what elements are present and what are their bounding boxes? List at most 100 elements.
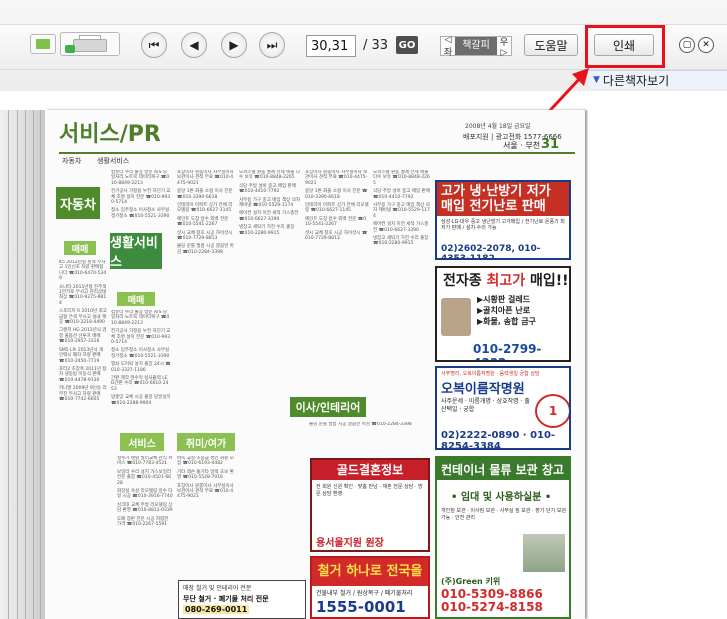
prev-page-button[interactable]: ◀ [181, 32, 207, 58]
classified-text: 포장이사 원룸이사 사무실이사 보관이사 견적 무료 ☎010-4475-902… [177, 483, 234, 500]
close-window-button[interactable]: ✕ [698, 37, 714, 53]
envelope-icon [36, 39, 50, 49]
ad-demolition-sub: 건물내부 철거 / 원상복구 / 폐기물처리 [316, 590, 413, 597]
go-button[interactable]: GO [396, 36, 418, 54]
category-life-service: 생활서비스 [110, 233, 162, 270]
classified-text: 보일러 수리 설치 가스보일러 전문 출장 ☎010-4501-6628 [117, 469, 172, 486]
bookmark-left-button[interactable]: ◁좌 [441, 35, 455, 58]
ad-clinic-badge: 1 [535, 394, 569, 428]
issue-date: 2008년 4월 18일 금요일 [465, 123, 531, 130]
column-life: 컴퓨터 수리 출장 방문 A/S 당일처리 노트북 데이터복구 ☎010-884… [111, 310, 171, 428]
classified-text: SM5 LPi 2013년식 개인택시 폐차 차량 판매 ☎010-2450-7… [59, 347, 104, 364]
classified-text: 사무용 가구 중고 매입 책상 의자 캐비넷 ☎010-5529-1174 [239, 197, 300, 209]
category-auto: 자동차 [56, 187, 100, 219]
ad-electronics-phone: 010-2799-4332 [473, 342, 542, 360]
bookmark-button[interactable]: 책갈피 [455, 37, 497, 55]
ad-electronics-suffix: 매입!! [530, 273, 569, 289]
classified-text: 열쇠 도어락 설치 출장 24시 ☎010-3327-1186 [111, 362, 171, 373]
ad-classified-phone: 080-269-0011 [183, 605, 250, 614]
category-interior: 이사/인테리어 [290, 397, 366, 417]
restore-window-button[interactable]: ▢ [679, 37, 695, 53]
classified-text: 기타 레슨 통기타 일렉 초보 환영 ☎010-5528-7016 [177, 469, 234, 481]
column-auto: K5 2012년형 흰색 무사고 1인신조 차량 판매합니다 ☎010-6470… [59, 260, 107, 615]
subtitle-life: 생활서비스 [97, 157, 130, 165]
classified-text: 에어컨 설치 이전 세척 가스충전 ☎010-6627-3390 [373, 222, 429, 233]
ad-classified-box[interactable]: 매장 철거 및 인테리어 전문 무단 철거 · 폐기물 처리 전문 080-26… [178, 580, 306, 619]
ad-wedding[interactable]: 골드결혼정보 전 회원 신원 확인 · 맞춤 만남 · 재혼 전문 상담 · 방… [310, 458, 430, 552]
classified-text: 전기공사 가정용 누전 차단기 교체 조명 설치 전문 ☎010-9930-57… [111, 329, 171, 346]
ad-container-body: 개인짐 보관 · 이사짐 보관 · 사무실 짐 보관 · 장기 단기 보관 가능… [441, 508, 567, 521]
classified-text: 포터2 초장축 2011년 탑차 냉동탑 이동식 판매 ☎010-4478-91… [59, 366, 107, 383]
classified-text: 몰딩 문틀 필름 시공 깔끔한 마감 ☎010-2284-3398 [177, 244, 234, 255]
printer-icon [73, 39, 107, 52]
classified-text: 정수기 렌탈 필터교체 관리 서비스 ☎010-7783-4521 [117, 456, 173, 467]
newspaper-page[interactable]: 서비스/PR 2008년 4월 18일 금요일 배포지원 | 광고전화 1577… [45, 110, 585, 619]
classified-text: 용달 1톤 화물 소형 이사 전문 ☎010-3390-6618 [305, 189, 368, 200]
print-icon-button[interactable] [60, 32, 120, 56]
ad-classified-line2: 무단 철거 · 폐기물 처리 전문 [183, 595, 269, 603]
bookmark-right-button[interactable]: 우▷ [497, 35, 511, 58]
ad-demolition[interactable]: 철거 하나로 전국을 건물내부 철거 / 원상복구 / 폐기물처리 1555-0… [310, 556, 430, 619]
classified-text: 그랜저 HG 2012년식 검정 풀옵션 선루프 매매 ☎010-2957-33… [59, 328, 107, 345]
classified-text: 간판 제작 현수막 실사출력 LED간판 수리 ☎010-6610-2453 [111, 376, 169, 392]
ad-container-headline: 컨테이너 물류 보관 창고 [437, 458, 569, 480]
owner-photo [441, 298, 471, 336]
column-misc: 오피스텔 원룸 월세 전세 매물 다수 보유 ☎010-8848-2265 식당… [239, 170, 301, 580]
classified-text: 청소 입주청소 이사청소 사무실 정기청소 ☎010-5521-3390 [111, 348, 170, 359]
ad-heating[interactable]: 고가 냉·난방기 저가 매입 전기난로 판매 삼성·LG·대우 중고 냉난방기 … [435, 180, 571, 260]
classified-text: 포장이사 원룸이사 사무실이사 보관이사 견적 무료 ☎010-4475-902… [177, 170, 234, 186]
classified-text: 페인트 도장 방수 외벽 전문 ☎010-5541-2267 [177, 216, 229, 228]
classified-text: 스포티지 R 2010년 최고급형 은색 무사고 실내 깨끗 ☎010-3218… [59, 309, 107, 326]
classified-text: 냉장고 세탁기 가전 수리 출장 ☎010-2280-9915 [373, 236, 429, 247]
classified-text: 바둑 교실 초중급 성인 회원 모집 ☎010-6193-4482 [177, 456, 234, 467]
classified-text: 전기공사 가정용 누전 차단기 교체 조명 설치 전문 ☎010-9930-57… [111, 189, 171, 206]
ad-container-sub: • 임대 및 사용하실분 • [451, 492, 552, 503]
last-page-button[interactable]: ⏭ [259, 32, 285, 58]
bookmark-control: ◁좌 책갈피 우▷ [440, 35, 512, 58]
ad-heating-phone: 02)2602-2078, 010-4353-1182 [441, 244, 541, 260]
column-service: 정수기 렌탈 필터교체 관리 서비스 ☎010-7783-4521 보일러 수리… [117, 456, 173, 616]
classified-text: 청소 입주청소 이사청소 사무실 정기청소 ☎010-5521-3390 [111, 208, 170, 219]
ad-clinic-body: 사주운세 · 이름개명 · 상호작명 · 출산택일 · 궁합 [441, 398, 530, 413]
ad-electronics[interactable]: 전자종 최고가 매입!! ▶시황판 걸레드 ▶골치아픈 난로 ▶화물, 송합 금… [435, 266, 571, 362]
classified-text: 식당 주방 설비 중고 매입 판매 ☎010-4410-7792 [373, 189, 430, 200]
page-total: / 33 [363, 38, 389, 53]
next-page-button[interactable]: ▶ [221, 32, 247, 58]
classified-text: 방충망 교체 시공 출장 당일설치 ☎010-2288-9904 [111, 395, 171, 406]
ad-classified-line1: 매장 철거 및 인테리어 전문 [183, 585, 252, 592]
category-service: 서비스 [120, 433, 164, 451]
ad-electronics-prefix: 전자종 [443, 273, 482, 289]
ad-clinic-headline: 오복이름작명원 [441, 382, 525, 397]
classified-text: 싱크대 교체 주방 리모델링 상담 환영 ☎010-8812-0339 [117, 502, 173, 514]
ad-electronics-lines: ▶시황판 걸레드 ▶골치아픈 난로 ▶화물, 송합 금구 [477, 295, 536, 326]
first-page-button[interactable]: ⏮ [141, 32, 167, 58]
column-interior-text: 몰딩 문틀 필름 시공 깔끔한 마감 ☎010-2284-3398 [309, 422, 429, 452]
classified-text: K5 2012년형 흰색 무사고 1인신조 차량 판매합니다 ☎010-6470… [59, 260, 107, 282]
title-rule [59, 152, 575, 154]
ad-heating-headline: 고가 냉·난방기 저가 매입 전기난로 판매 [437, 182, 569, 216]
classified-text: 몰딩 문틀 필름 시공 깔끔한 마감 ☎010-2284-3398 [309, 422, 412, 427]
subtitle-auto: 자동차 [62, 157, 82, 165]
ad-naming-clinic[interactable]: 사주명리, 오복이름작명원 · 음력생일 궁합 상담 오복이름작명원 사주운세 … [435, 366, 571, 450]
ad-demolition-phone: 1555-0001 [316, 598, 406, 616]
other-books-label: 다른책자보기 [602, 73, 670, 88]
ad-clinic-phone: 02)2222-0890 · 010-8254-3384 [441, 430, 556, 450]
classified-text: 소나타 2011년형 진주색 1만키로 무사고 관리상태 최상 ☎010-927… [59, 284, 107, 306]
help-button[interactable]: 도움말 [524, 34, 578, 56]
ad-container-storage[interactable]: 컨테이너 물류 보관 창고 • 임대 및 사용하실분 • 개인짐 보관 · 이사… [435, 456, 571, 619]
ad-demolition-headline: 철거 하나로 전국을 [312, 558, 428, 586]
ad-container-phone: 010-5309-8866 010-5274-8158 [441, 587, 543, 614]
ad-wedding-phone: 용서울지원 원장 02)599-8820 [316, 538, 387, 550]
page-number-input[interactable] [306, 35, 356, 57]
classified-text: 컴퓨터 수리 출장 방문 A/S 당일처리 노트북 데이터복구 ☎010-884… [111, 310, 170, 326]
classified-text: 카니발 2009년 9인승 리무진 무사고 차량 판매 ☎010-7742-66… [59, 386, 107, 402]
region-label: 서울 · 부천 [503, 141, 541, 150]
classified-text: 포장이사 원룸이사 사무실이사 보관이사 견적 무료 ☎010-4475-902… [305, 170, 368, 186]
email-button[interactable] [30, 34, 56, 54]
classified-text: 샷시 교체 창호 시공 하이샷시 ☎010-7729-8813 [305, 230, 368, 242]
other-books-button[interactable]: ▼ 다른책자보기 [589, 70, 727, 89]
classified-text: 샷시 교체 창호 시공 하이샷시 ☎010-7729-8813 [177, 230, 233, 242]
category-hobby: 취미/여가 [177, 433, 235, 451]
viewer-toolbar: ⏮ ◀ ▶ ⏭ / 33 GO ◁좌 책갈피 우▷ 도움말 인쇄 ▢ ✕ ▼ 다… [0, 0, 727, 91]
ad-container-company: (주)Green 키위 [441, 577, 501, 586]
